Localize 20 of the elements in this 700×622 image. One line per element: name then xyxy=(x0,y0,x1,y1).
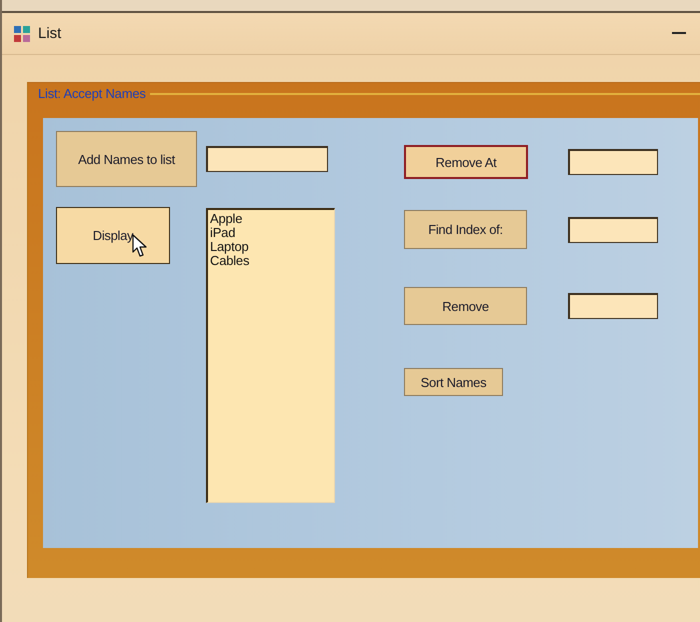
command-button[interactable]: Remove At xyxy=(404,145,528,179)
input-field[interactable] xyxy=(568,216,658,242)
minimize-icon[interactable] xyxy=(672,32,686,34)
window-title: List xyxy=(38,25,62,42)
command-button[interactable]: Display xyxy=(56,207,170,264)
command-button[interactable]: Remove xyxy=(404,287,527,325)
list-item[interactable]: Laptop xyxy=(210,240,249,254)
mouse-cursor-icon xyxy=(132,234,148,258)
input-field[interactable] xyxy=(206,146,328,172)
app-icon xyxy=(14,26,30,42)
list-item[interactable]: iPad xyxy=(210,226,236,240)
list-box[interactable]: Apple iPad Laptop Cables xyxy=(206,208,335,503)
list-item[interactable]: Apple xyxy=(210,212,242,226)
list-item[interactable]: Cables xyxy=(210,254,250,268)
group-title: List: Accept Names xyxy=(38,86,146,101)
input-field[interactable] xyxy=(568,293,658,319)
command-button[interactable]: Find Index of: xyxy=(404,210,527,249)
command-button[interactable]: Sort Names xyxy=(404,368,503,396)
input-field[interactable] xyxy=(568,149,658,175)
command-button[interactable]: Add Names to list xyxy=(56,131,197,187)
